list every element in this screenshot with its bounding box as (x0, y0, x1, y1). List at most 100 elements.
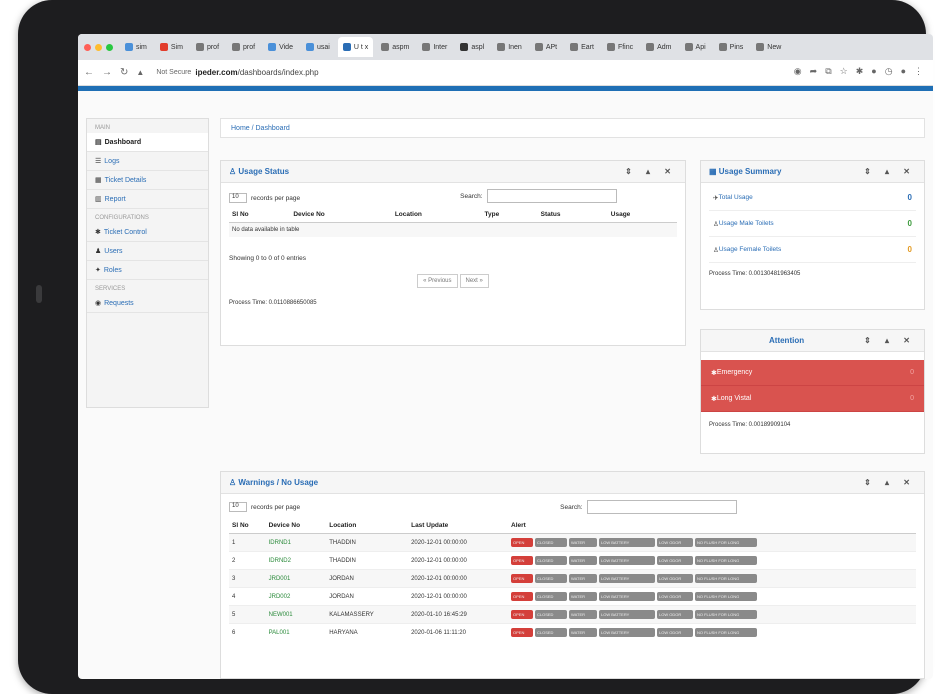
back-icon[interactable]: ← (84, 67, 94, 78)
browser-tab[interactable]: Inen (492, 37, 527, 57)
tab-favicon-icon (125, 43, 133, 51)
cell-device[interactable]: NEW001 (265, 605, 327, 624)
alert-badge: NO FLUSH FOR LONG (695, 556, 757, 565)
sidebar-item[interactable]: ✦ Roles (87, 261, 208, 280)
cell-device[interactable]: JRD002 (265, 587, 327, 606)
tab-favicon-icon (497, 43, 506, 51)
browser-tab[interactable]: aspm (376, 37, 414, 57)
tab-favicon-icon (460, 43, 469, 51)
share-icon[interactable]: ➦ (810, 66, 818, 77)
reload-icon[interactable]: ↻ (120, 67, 128, 78)
tab-label: Inter (433, 43, 448, 51)
cell-device[interactable]: IDRND1 (265, 533, 327, 552)
search-input[interactable] (586, 500, 737, 514)
next-page-button[interactable]: Next » (459, 274, 489, 288)
column-header[interactable]: Location (326, 518, 409, 534)
alert-badge: CLOSED (535, 556, 567, 565)
alert-badge: WATER (569, 538, 597, 547)
sidebar-item[interactable]: ☰ Logs (87, 152, 208, 171)
browser-tab[interactable]: Vide (263, 37, 298, 57)
tab-label: Pins (729, 43, 744, 51)
browser-tab[interactable]: aspl (455, 37, 489, 57)
alert-badge: OPEN (511, 538, 533, 547)
copy-icon[interactable]: ⧉ (825, 66, 831, 77)
bookmark-icon[interactable]: ☆ (840, 66, 848, 77)
forward-icon[interactable]: → (102, 67, 112, 78)
tablet-frame: sim Sim prof prof Vide usai U t x aspm Inter aspl… (18, 0, 933, 694)
summary-row[interactable]: ♙ Usage Male Toilets 0 (709, 211, 916, 237)
summary-label: Total Usage (718, 194, 753, 201)
profile-icon[interactable]: ● (901, 66, 906, 77)
browser-tab[interactable]: Adm (641, 37, 676, 57)
browser-tab[interactable]: sim (120, 37, 152, 57)
browser-tab[interactable]: usai (301, 37, 335, 57)
column-header[interactable]: Device No (265, 518, 327, 534)
alert-badge: LOW BATTERY (599, 556, 655, 565)
attention-row[interactable]: ✱ Emergency 0 (701, 360, 924, 386)
column-header[interactable]: Status (537, 207, 608, 223)
zoom-window-button[interactable] (106, 43, 113, 51)
column-header[interactable]: Type (481, 207, 538, 223)
sidebar-item[interactable]: ♟ Users (87, 242, 208, 261)
browser-tab[interactable]: Api (680, 37, 711, 57)
browser-tab[interactable]: Pins (714, 37, 749, 57)
record-icon[interactable]: ● (871, 66, 876, 77)
minimize-window-button[interactable] (95, 43, 102, 51)
breadcrumb[interactable]: Home / Dashboard (220, 118, 925, 138)
column-header[interactable]: Location (391, 207, 482, 223)
search-input[interactable] (486, 189, 617, 203)
summary-icon: ▦ (709, 167, 719, 176)
sidebar-item[interactable]: ▥ Report (87, 190, 208, 209)
tab-favicon-icon (534, 43, 543, 51)
extension-icon[interactable]: ◉ (794, 66, 802, 77)
browser-tab[interactable]: Eart (565, 37, 599, 57)
sidebar-item[interactable]: ✱ Ticket Control (87, 223, 208, 242)
previous-page-button[interactable]: « Previous (417, 274, 458, 288)
cell-device[interactable]: PAL001 (265, 623, 327, 641)
panel-controls[interactable]: ⇕ ▴ ✕ (625, 167, 677, 176)
sidebar-item[interactable]: ◉ Requests (87, 294, 208, 313)
panel-controls[interactable]: ⇕ ▴ ✕ (864, 167, 916, 176)
browser-tab[interactable]: Sim (155, 37, 188, 57)
column-header[interactable]: Sl No (229, 207, 291, 223)
browser-tab[interactable]: prof (191, 37, 224, 57)
browser-tab[interactable]: New (751, 37, 786, 57)
column-header[interactable]: Device No (290, 207, 392, 223)
url-field[interactable]: ipeder.com/dashboards/index.php (195, 68, 318, 77)
sidebar-item-label: Users (104, 247, 123, 255)
browser-tab[interactable]: U t x (337, 37, 374, 57)
close-window-button[interactable] (84, 43, 91, 51)
records-per-page-select[interactable]: 10 (229, 502, 247, 512)
alert-badges: OPEN CLOSED WATER LOW BATTERY LOW ODOR NO FLU… (511, 628, 913, 637)
cell-sl: 5 (229, 605, 266, 624)
browser-tab[interactable]: prof (227, 37, 260, 57)
puzzle-icon[interactable]: ✱ (856, 66, 864, 77)
tab-label: Inen (508, 43, 522, 51)
column-header[interactable]: Last Update (408, 518, 508, 534)
panel-controls[interactable]: ⇕ ▴ ✕ (864, 478, 916, 487)
alert-badge: LOW ODOR (657, 556, 693, 565)
browser-tab[interactable]: APt (530, 37, 562, 57)
history-icon[interactable]: ◷ (885, 66, 893, 77)
alert-badge: WATER (569, 628, 597, 637)
cell-device[interactable]: IDRND2 (265, 551, 327, 570)
column-header[interactable]: Alert (508, 518, 916, 534)
column-header[interactable]: Usage (607, 207, 677, 223)
sidebar-item[interactable]: ▦ Ticket Details (87, 171, 208, 190)
alert-badge: CLOSED (535, 628, 567, 637)
attention-row[interactable]: ✱ Long Vistal 0 (701, 386, 924, 412)
menu-icon[interactable]: ⋮ (914, 66, 923, 77)
sidebar-item[interactable]: ▤ Dashboard (87, 133, 208, 152)
browser-tab[interactable]: Inter (417, 37, 452, 57)
cell-device[interactable]: JRD001 (265, 569, 327, 588)
alert-badge: OPEN (511, 556, 533, 565)
panel-controls[interactable]: ⇕ ▴ ✕ (864, 336, 916, 345)
summary-row[interactable]: ♙ Usage Female Toilets 0 (709, 237, 916, 263)
column-header[interactable]: Sl No (229, 518, 266, 534)
summary-row[interactable]: ✈ Total Usage 0 (709, 185, 916, 211)
cell-alert: OPEN CLOSED WATER LOW BATTERY LOW ODOR NO FLU… (508, 551, 916, 570)
browser-tab[interactable]: Ffinc (602, 37, 638, 57)
records-per-page-select[interactable]: 10 (229, 193, 247, 203)
cell-sl: 4 (229, 587, 266, 606)
sidebar: main ▤ Dashboard ☰ Logs ▦ Ticket Details ▥ Repor… (86, 118, 209, 408)
